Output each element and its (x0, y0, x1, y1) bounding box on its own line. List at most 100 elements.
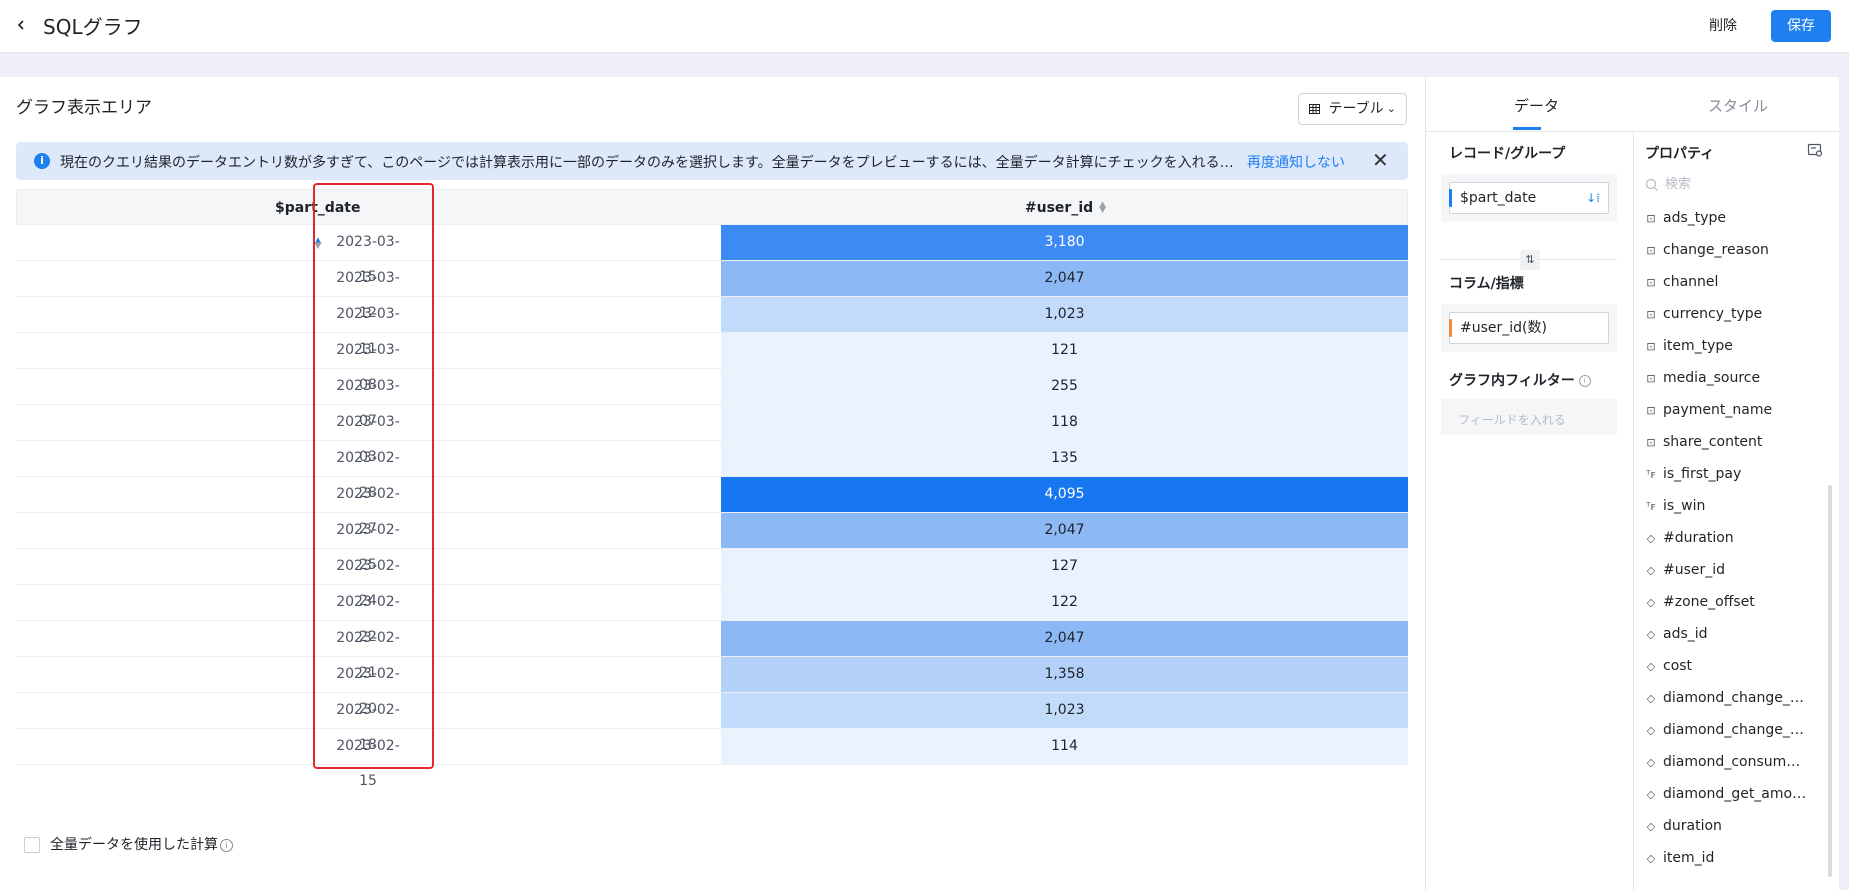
property-search-input[interactable]: 検索 (1645, 172, 1825, 198)
property-settings-icon[interactable] (1807, 142, 1823, 158)
number-type-icon: ◇ (1646, 564, 1656, 577)
metric-field-label: #user_id(数) (1460, 320, 1547, 336)
date-cell: 2023-03-08 (16, 333, 720, 393)
boolean-type-icon: ᵀꜰ (1646, 468, 1656, 481)
table-row: 2023-02-24 127 (16, 549, 1408, 609)
user-id-cell: 1,023 (721, 693, 1408, 728)
filter-placeholder: フィールドを入れる (1458, 413, 1566, 427)
user-id-cell: 135 (721, 441, 1408, 476)
date-cell: 2023-02-15 (16, 729, 720, 789)
user-id-cell: 4,095 (721, 477, 1408, 512)
user-id-cell: 118 (721, 405, 1408, 440)
column-header-user-id[interactable]: #user_id ▲ ▼ (722, 190, 1409, 226)
property-item[interactable]: ⊡ ads_type (1645, 202, 1805, 234)
property-item[interactable]: ⊡ currency_type (1645, 298, 1805, 330)
property-name: share_content (1663, 434, 1763, 450)
property-item[interactable]: ᵀꜰ is_win (1645, 490, 1805, 522)
table-grid-icon (1309, 104, 1320, 114)
sort-icon: ▲ ▼ (1099, 200, 1107, 215)
save-button[interactable]: 保存 (1771, 10, 1831, 42)
property-item[interactable]: ◇ ads_id (1645, 618, 1805, 650)
property-item[interactable]: ◇ item_id (1645, 842, 1805, 874)
property-item[interactable]: ◇ duration (1645, 810, 1805, 842)
swap-axes-icon[interactable]: ⇅ (1520, 250, 1540, 270)
search-placeholder: 検索 (1665, 177, 1692, 192)
date-cell: 2023-02-28 (16, 441, 720, 501)
property-name: channel (1663, 274, 1719, 290)
back-arrow-icon[interactable] (14, 14, 28, 36)
property-item[interactable]: ⊡ item_type (1645, 330, 1805, 362)
property-name: diamond_change_… (1663, 722, 1804, 738)
user-id-cell: 3,180 (721, 225, 1408, 260)
property-item[interactable]: ⊡ channel (1645, 266, 1805, 298)
full-data-calc-label: 全量データを使用した計算 (50, 837, 218, 853)
chart-display-panel: グラフ表示エリア テーブル ⌄ i 現在のクエリ結果のデータエントリ数が多すぎて… (0, 77, 1426, 890)
table-row: 2023-02-25 2,047 (16, 513, 1408, 573)
property-item[interactable]: ⊡ share_content (1645, 426, 1805, 458)
property-name: is_first_pay (1663, 466, 1742, 482)
record-field-chip[interactable]: $part_date ↓⁞ (1449, 182, 1609, 214)
number-type-icon: ◇ (1646, 756, 1656, 769)
property-name: #zone_offset (1663, 594, 1755, 610)
property-item[interactable]: ◇ #zone_offset (1645, 586, 1805, 618)
date-cell: 2023-02-25 (16, 513, 720, 573)
property-item[interactable]: ◇ diamond_change_… (1645, 682, 1805, 714)
table-row: 2023-03-11 1,023 (16, 297, 1408, 357)
date-cell: 2023-03-15 (16, 225, 720, 285)
scrollbar[interactable] (1828, 485, 1832, 877)
dont-notify-again-link[interactable]: 再度通知しない (1247, 152, 1345, 172)
property-item[interactable]: ⊡ media_source (1645, 362, 1805, 394)
record-group-title: レコード/グループ (1449, 146, 1566, 162)
property-item[interactable]: ◇ #duration (1645, 522, 1805, 554)
info-icon: i (1578, 375, 1591, 387)
string-type-icon: ⊡ (1646, 372, 1656, 385)
full-data-checkbox[interactable] (24, 837, 40, 853)
number-type-icon: ◇ (1646, 628, 1656, 641)
close-icon[interactable]: ✕ (1372, 150, 1389, 170)
table-row: 2023-02-27 4,095 (16, 477, 1408, 537)
active-tab-indicator (1513, 127, 1541, 130)
metric-field-chip[interactable]: #user_id(数) (1449, 312, 1609, 344)
user-id-cell: 114 (721, 729, 1408, 764)
page-title: SQLグラフ (43, 15, 143, 39)
property-item[interactable]: ◇ diamond_change_… (1645, 714, 1805, 746)
property-name: ads_id (1663, 626, 1708, 642)
record-group-drop-zone[interactable]: $part_date ↓⁞ (1441, 174, 1617, 222)
view-type-label: テーブル (1328, 101, 1384, 117)
property-item[interactable]: ᵀꜰ is_first_pay (1645, 458, 1805, 490)
date-cell: 2023-03-11 (16, 297, 720, 357)
property-item[interactable]: ⊡ payment_name (1645, 394, 1805, 426)
property-name: diamond_consum… (1663, 754, 1801, 770)
string-type-icon: ⊡ (1646, 404, 1656, 417)
info-icon: i (220, 838, 233, 852)
user-id-cell: 122 (721, 585, 1408, 620)
column-metric-drop-zone[interactable]: #user_id(数) (1441, 304, 1617, 352)
date-cell: 2023-03-12 (16, 261, 720, 321)
table-row: 2023-03-12 2,047 (16, 261, 1408, 321)
user-id-cell: 255 (721, 369, 1408, 404)
string-type-icon: ⊡ (1646, 276, 1656, 289)
property-name: cost (1663, 658, 1693, 674)
property-item[interactable]: ◇ #user_id (1645, 554, 1805, 586)
string-type-icon: ⊡ (1646, 436, 1656, 449)
tab-style[interactable]: スタイル (1708, 95, 1768, 116)
property-name: media_source (1663, 370, 1761, 386)
property-name: item_id (1663, 850, 1715, 866)
tab-data[interactable]: データ (1514, 95, 1559, 116)
top-bar: SQLグラフ 削除 保存 (0, 0, 1849, 53)
property-item[interactable]: ◇ diamond_consum… (1645, 746, 1805, 778)
view-type-select[interactable]: テーブル ⌄ (1298, 93, 1407, 125)
full-data-calc-option[interactable]: 全量データを使用した計算 i (24, 834, 233, 854)
property-item[interactable]: ◇ diamond_get_amo… (1645, 778, 1805, 810)
property-item[interactable]: ⊡ change_reason (1645, 234, 1805, 266)
table-row: 2023-03-07 255 (16, 369, 1408, 429)
delete-button[interactable]: 削除 (1695, 10, 1751, 42)
sort-direction-icon[interactable]: ↓⁞ (1586, 183, 1600, 213)
filter-drop-zone[interactable]: フィールドを入れる (1441, 399, 1617, 435)
property-name: #user_id (1663, 562, 1726, 578)
property-item[interactable]: ◇ cost (1645, 650, 1805, 682)
number-type-icon: ◇ (1646, 596, 1656, 609)
column-header-part-date[interactable]: $part_date▲ ▼ (275, 190, 360, 251)
user-id-cell: 1,358 (721, 657, 1408, 692)
date-value: 2023-02-15 (336, 738, 400, 789)
